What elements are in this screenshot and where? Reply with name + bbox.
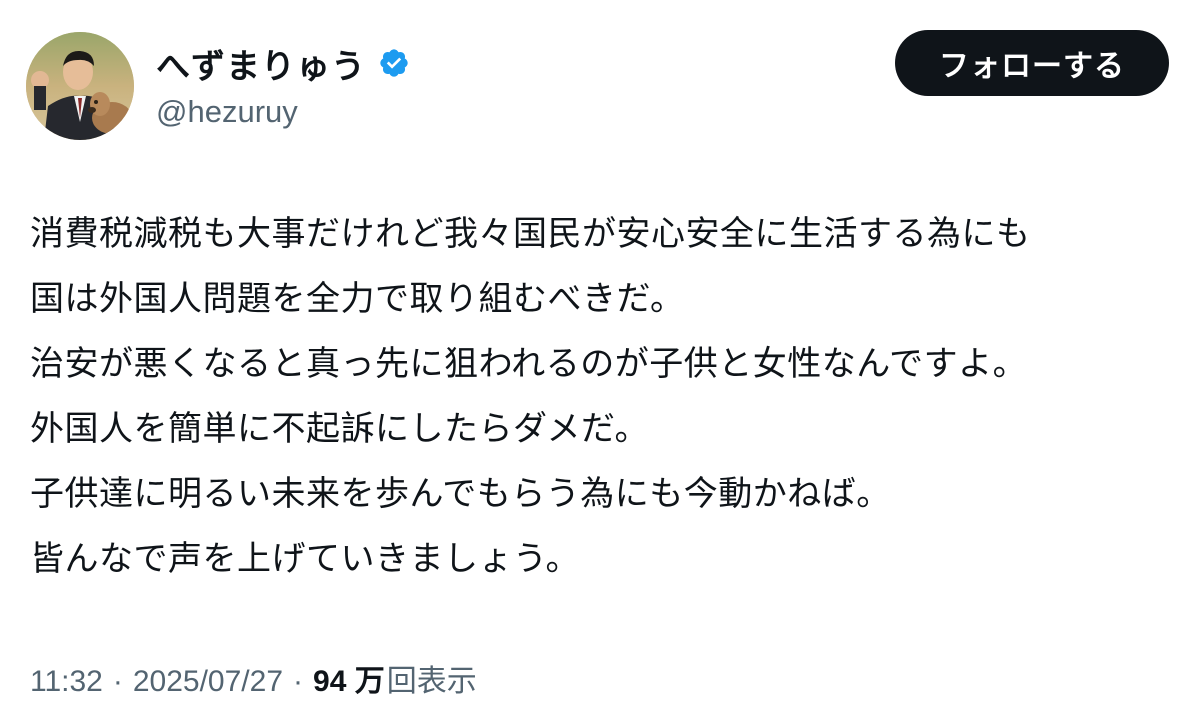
tweet-text-line: 国は外国人問題を全力で取り組むべきだ。 bbox=[30, 279, 685, 319]
tweet-text-line: 子供達に明るい未来を歩んでもらう為にも今動かねば。 bbox=[30, 474, 891, 514]
tweet-meta: 11:32 · 2025/07/27 · 94 万 回表示 bbox=[30, 656, 477, 700]
tweet-text-line: 消費税減税も大事だけれど我々国民が安心安全に生活する為にも bbox=[30, 214, 1031, 254]
tweet-time[interactable]: 11:32 bbox=[30, 665, 103, 699]
view-count: 94 万 bbox=[313, 665, 385, 698]
tweet-text-line: 皆んなで声を上げていきましょう。 bbox=[30, 539, 580, 579]
view-count-label: 回表示 bbox=[386, 665, 477, 698]
verified-badge-icon[interactable] bbox=[378, 47, 410, 79]
tweet-card: へずまりゅう @hezuruy フォローする 消費税減税も大事だけれど我々国民が… bbox=[0, 0, 1200, 725]
tweet-text-line: 外国人を簡単に不起訴にしたらダメだ。 bbox=[30, 409, 649, 449]
tweet-date[interactable]: 2025/07/27 bbox=[133, 665, 283, 699]
display-name-row: へずまりゅう bbox=[156, 39, 410, 88]
avatar[interactable] bbox=[26, 32, 134, 140]
meta-separator: · bbox=[293, 665, 304, 698]
follow-button[interactable]: フォローする bbox=[895, 30, 1169, 96]
tweet-text-line: 治安が悪くなると真っ先に狙われるのが子供と女性なんですよ。 bbox=[30, 344, 1028, 384]
tweet-text: 消費税減税も大事だけれど我々国民が安心安全に生活する為にも 国は外国人問題を全力… bbox=[30, 202, 1190, 592]
user-info: へずまりゅう @hezuruy bbox=[156, 40, 410, 130]
user-handle[interactable]: @hezuruy bbox=[156, 94, 410, 130]
display-name[interactable]: へずまりゅう bbox=[156, 39, 366, 88]
avatar-photo bbox=[26, 32, 134, 140]
meta-separator: · bbox=[112, 665, 123, 698]
